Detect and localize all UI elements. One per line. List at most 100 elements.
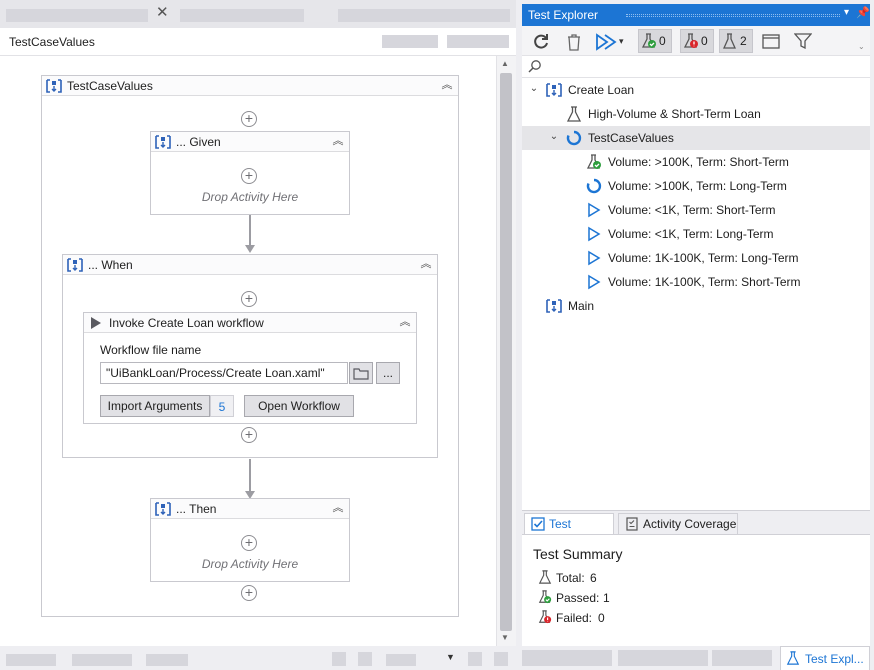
- tab-test-results[interactable]: Test Results: [524, 513, 614, 551]
- test-search-bar[interactable]: [522, 56, 870, 78]
- invoke-header: Invoke Create Loan workflow ︽: [84, 313, 416, 333]
- scroll-up-icon[interactable]: ▲: [501, 59, 509, 68]
- tree-item-test-result[interactable]: Volume: <1K, Term: Short-Term: [522, 198, 870, 222]
- collapse-icon[interactable]: ︽: [440, 78, 454, 92]
- close-tab-icon[interactable]: ✕: [156, 5, 170, 20]
- header-control-placeholder-2[interactable]: [447, 35, 509, 48]
- passed-value: 1: [603, 591, 610, 605]
- tree-item-test-case[interactable]: High-Volume & Short-Term Loan: [522, 102, 870, 126]
- designer-vertical-scrollbar[interactable]: ▲ ▼: [496, 56, 516, 646]
- add-activity-icon[interactable]: +: [241, 427, 257, 443]
- test-explorer-toolbar: ▾ 0 0 2 ⌄: [522, 26, 870, 56]
- sequence-icon: [155, 135, 171, 149]
- collapse-icon[interactable]: ︽: [398, 315, 412, 329]
- browse-folder-button[interactable]: [349, 362, 373, 384]
- invoke-workflow-activity[interactable]: Invoke Create Loan workflow ︽ Workflow f…: [83, 312, 417, 424]
- total-filter-button[interactable]: 2: [719, 29, 753, 53]
- add-activity-icon[interactable]: +: [241, 291, 257, 307]
- then-sequence[interactable]: ... Then ︽ + Drop Activity Here: [150, 498, 350, 582]
- import-arguments-button[interactable]: Import Arguments: [100, 395, 210, 417]
- given-header: ... Given ︽: [151, 132, 349, 152]
- status-placeholder-2[interactable]: [72, 654, 132, 666]
- pin-icon[interactable]: 📌: [856, 6, 870, 19]
- document-tab-placeholder-2[interactable]: [180, 9, 304, 22]
- passed-filter-button[interactable]: 0: [638, 29, 672, 53]
- bottom-tab-placeholder[interactable]: [522, 650, 612, 666]
- workflow-file-input[interactable]: "UiBankLoan/Process/Create Loan.xaml": [100, 362, 348, 384]
- coverage-icon: [626, 517, 638, 531]
- given-sequence[interactable]: ... Given ︽ + Drop Activity Here: [150, 131, 350, 215]
- header-control-placeholder[interactable]: [382, 35, 438, 48]
- tab-test-explorer[interactable]: Test Expl...: [780, 646, 870, 670]
- ellipsis-button[interactable]: ...: [376, 362, 400, 384]
- total-value: 6: [590, 571, 597, 585]
- play-outline-icon: [588, 226, 601, 242]
- test-explorer-tabs: Test Results Activity Coverage: [522, 510, 870, 551]
- add-activity-icon[interactable]: +: [241, 111, 257, 127]
- tree-item-test-result[interactable]: Volume: >100K, Term: Short-Term: [522, 150, 870, 174]
- expand-chevron-icon[interactable]: ⌄: [528, 83, 540, 95]
- when-title: ... When: [88, 258, 133, 272]
- overflow-icon[interactable]: ⌄: [858, 42, 865, 51]
- test-results-panel: Test Summary Total: 6 Passed: 1 Failed: …: [522, 534, 870, 646]
- add-activity-icon[interactable]: +: [241, 585, 257, 601]
- tree-item-test-result[interactable]: Volume: 1K-100K, Term: Short-Term: [522, 270, 870, 294]
- flask-passed-icon: [538, 590, 552, 604]
- when-sequence[interactable]: ... When ︽ + Invoke Create Loan workflow…: [62, 254, 438, 458]
- zoom-dropdown-icon[interactable]: ▼: [446, 652, 455, 662]
- refresh-icon[interactable]: [532, 33, 550, 51]
- document-tab-placeholder[interactable]: [6, 9, 148, 22]
- designer-status-bar: ▼: [0, 646, 516, 670]
- tree-item-label: Create Loan: [568, 83, 635, 97]
- collapse-icon[interactable]: ︽: [419, 257, 433, 271]
- tree-item-main[interactable]: Main: [522, 294, 870, 318]
- status-placeholder-3[interactable]: [146, 654, 188, 666]
- status-icon-placeholder-2[interactable]: [358, 652, 372, 666]
- tab-activity-coverage[interactable]: Activity Coverage: [618, 513, 738, 535]
- scroll-down-icon[interactable]: ▼: [501, 633, 509, 642]
- run-tests-icon[interactable]: [595, 33, 617, 51]
- tree-item-test-result[interactable]: Volume: 1K-100K, Term: Long-Term: [522, 246, 870, 270]
- folder-icon: [353, 368, 369, 380]
- tree-item-create-loan[interactable]: ⌄ Create Loan: [522, 78, 870, 102]
- failed-count: 0: [701, 34, 708, 48]
- delete-icon[interactable]: [566, 33, 582, 51]
- collapse-icon[interactable]: ︽: [331, 501, 345, 515]
- scroll-thumb[interactable]: [500, 73, 512, 631]
- add-activity-icon[interactable]: +: [241, 535, 257, 551]
- bottom-tab-placeholder-2[interactable]: [618, 650, 708, 666]
- total-count: 2: [740, 34, 747, 48]
- bottom-tab-placeholder-3[interactable]: [712, 650, 772, 666]
- filter-icon[interactable]: [794, 33, 812, 49]
- test-explorer-titlebar: Test Explorer ▾ 📌: [522, 4, 870, 26]
- failed-filter-button[interactable]: 0: [680, 29, 714, 53]
- tree-item-label: High-Volume & Short-Term Loan: [588, 107, 761, 121]
- given-title: ... Given: [176, 135, 221, 149]
- status-icon-placeholder[interactable]: [332, 652, 346, 666]
- add-activity-icon[interactable]: +: [241, 168, 257, 184]
- tree-item-test-result[interactable]: Volume: >100K, Term: Long-Term: [522, 174, 870, 198]
- window-icon[interactable]: [762, 34, 780, 49]
- flow-connector: [249, 215, 251, 245]
- document-tab-placeholder-3[interactable]: [338, 9, 510, 22]
- tree-item-testcasevalues[interactable]: ⌄ TestCaseValues: [522, 126, 870, 150]
- status-icon-placeholder-3[interactable]: [468, 652, 482, 666]
- collapse-icon[interactable]: ︽: [331, 134, 345, 148]
- status-placeholder[interactable]: [6, 654, 56, 666]
- workflow-file-label: Workflow file name: [100, 343, 202, 357]
- tree-item-label: Volume: <1K, Term: Short-Term: [608, 203, 776, 217]
- status-icon-placeholder-4[interactable]: [494, 652, 508, 666]
- expand-chevron-icon[interactable]: ⌄: [548, 131, 560, 143]
- tree-item-label: TestCaseValues: [588, 131, 674, 145]
- passed-label: Passed:: [556, 591, 600, 605]
- play-icon: [91, 317, 101, 329]
- run-dropdown-icon[interactable]: ▾: [619, 36, 624, 47]
- designer-canvas: TestCaseValues ︽ + ... Given ︽ + Drop Ac…: [0, 56, 496, 646]
- open-workflow-button[interactable]: Open Workflow: [244, 395, 354, 417]
- tree-item-label: Main: [568, 299, 595, 313]
- flask-failed-icon: [683, 33, 698, 48]
- tree-item-test-result[interactable]: Volume: <1K, Term: Long-Term: [522, 222, 870, 246]
- zoom-placeholder[interactable]: [386, 654, 416, 666]
- flask-icon: [566, 106, 582, 122]
- dropdown-icon[interactable]: ▾: [844, 7, 849, 18]
